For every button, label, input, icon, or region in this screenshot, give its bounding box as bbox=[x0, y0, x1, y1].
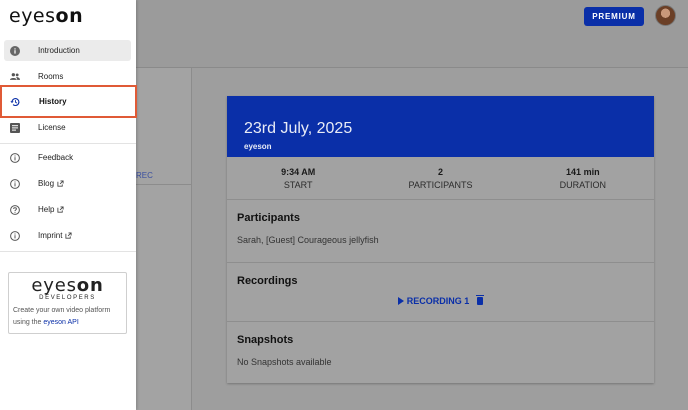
sidebar-item-label: Help bbox=[38, 205, 55, 214]
sidebar-item-help[interactable]: Help bbox=[4, 199, 131, 220]
dev-text-prefix: using the bbox=[13, 319, 44, 326]
participants-section: Participants Sarah, [Guest] Courageous j… bbox=[227, 200, 654, 263]
divider bbox=[0, 251, 136, 252]
stat-value: 141 min bbox=[566, 167, 600, 177]
sidebar-item-blog[interactable]: Blog bbox=[4, 173, 131, 194]
developers-subtitle: DEVELOPERS bbox=[39, 295, 96, 301]
sidebar-item-imprint[interactable]: Imprint bbox=[4, 225, 131, 246]
history-icon bbox=[10, 97, 20, 107]
meeting-card: 23rd July, 2025 eyeson 9:34 AM START 2 P… bbox=[227, 96, 654, 383]
recording-link[interactable]: RECORDING 1 bbox=[407, 296, 470, 306]
logo-prefix: eyes bbox=[9, 5, 56, 27]
stat-label: START bbox=[283, 180, 313, 190]
premium-button[interactable]: PREMIUM bbox=[584, 7, 644, 26]
sidebar-item-label: Imprint bbox=[38, 231, 63, 240]
eyeson-api-link[interactable]: eyeson API bbox=[43, 319, 78, 326]
developers-logo: eyeson bbox=[13, 277, 122, 295]
stat-start: 9:34 AM START bbox=[227, 157, 369, 199]
sidebar-item-label: Blog bbox=[38, 179, 55, 188]
developers-description: Create your own video platform using the… bbox=[13, 305, 122, 329]
dev-logo-suffix: on bbox=[76, 275, 104, 296]
meeting-date: 23rd July, 2025 bbox=[244, 120, 353, 137]
stat-label: PARTICIPANTS bbox=[408, 180, 473, 190]
stat-duration: 141 min DURATION bbox=[512, 157, 654, 199]
meeting-org: eyeson bbox=[244, 142, 272, 151]
snapshots-empty-text: No Snapshots available bbox=[237, 357, 332, 367]
snapshots-section: Snapshots No Snapshots available bbox=[227, 322, 654, 383]
logo-suffix: on bbox=[55, 5, 84, 27]
dev-text-line1: Create your own video platform bbox=[13, 307, 111, 314]
participants-list: Sarah, [Guest] Courageous jellyfish bbox=[237, 235, 379, 245]
recordings-section: Recordings RECORDING 1 bbox=[227, 263, 654, 322]
stat-label: DURATION bbox=[559, 180, 606, 190]
divider bbox=[0, 143, 136, 144]
eyeson-logo[interactable]: eyeson bbox=[9, 5, 83, 27]
info-filled-icon bbox=[10, 45, 20, 56]
info-outline-icon bbox=[10, 152, 20, 163]
stat-participants: 2 PARTICIPANTS bbox=[369, 157, 511, 199]
navigation-drawer: eyeson Introduction Rooms History Licens… bbox=[0, 0, 137, 410]
trash-icon[interactable] bbox=[476, 295, 485, 305]
meeting-header: 23rd July, 2025 eyeson bbox=[227, 96, 654, 157]
people-icon bbox=[10, 72, 20, 82]
external-link-icon bbox=[57, 206, 65, 213]
sidebar-item-label: History bbox=[39, 97, 67, 106]
sidebar-item-introduction[interactable]: Introduction bbox=[4, 40, 131, 61]
license-icon bbox=[10, 122, 20, 133]
play-icon[interactable] bbox=[397, 297, 404, 305]
room-list-panel bbox=[136, 68, 192, 410]
snapshots-title: Snapshots bbox=[237, 334, 294, 346]
external-link-icon bbox=[65, 232, 73, 239]
developers-card[interactable]: eyeson DEVELOPERS Create your own video … bbox=[8, 272, 127, 334]
sidebar-item-label: Rooms bbox=[38, 72, 64, 81]
stat-value: 2 bbox=[437, 167, 443, 177]
participants-title: Participants bbox=[237, 212, 300, 224]
dev-logo-prefix: eyes bbox=[31, 275, 77, 296]
help-icon bbox=[10, 204, 20, 215]
sidebar-item-history[interactable]: History bbox=[0, 85, 137, 118]
recording-item: RECORDING 1 bbox=[237, 295, 644, 306]
info-outline-icon bbox=[10, 230, 20, 241]
sidebar-item-label: Introduction bbox=[38, 46, 80, 55]
sidebar-item-license[interactable]: License bbox=[4, 117, 131, 138]
info-outline-icon bbox=[10, 178, 20, 189]
external-link-icon bbox=[57, 180, 64, 187]
divider bbox=[136, 184, 192, 185]
sidebar-item-rooms[interactable]: Rooms bbox=[4, 66, 131, 87]
meeting-stats: 9:34 AM START 2 PARTICIPANTS 141 min DUR… bbox=[227, 157, 654, 200]
sidebar-item-label: License bbox=[38, 123, 66, 132]
recordings-title: Recordings bbox=[237, 275, 298, 287]
user-avatar[interactable] bbox=[655, 5, 676, 26]
rec-label: REC bbox=[136, 171, 153, 180]
stat-value: 9:34 AM bbox=[281, 167, 316, 177]
sidebar-item-label: Feedback bbox=[38, 153, 74, 162]
sidebar-item-feedback[interactable]: Feedback bbox=[4, 147, 131, 168]
